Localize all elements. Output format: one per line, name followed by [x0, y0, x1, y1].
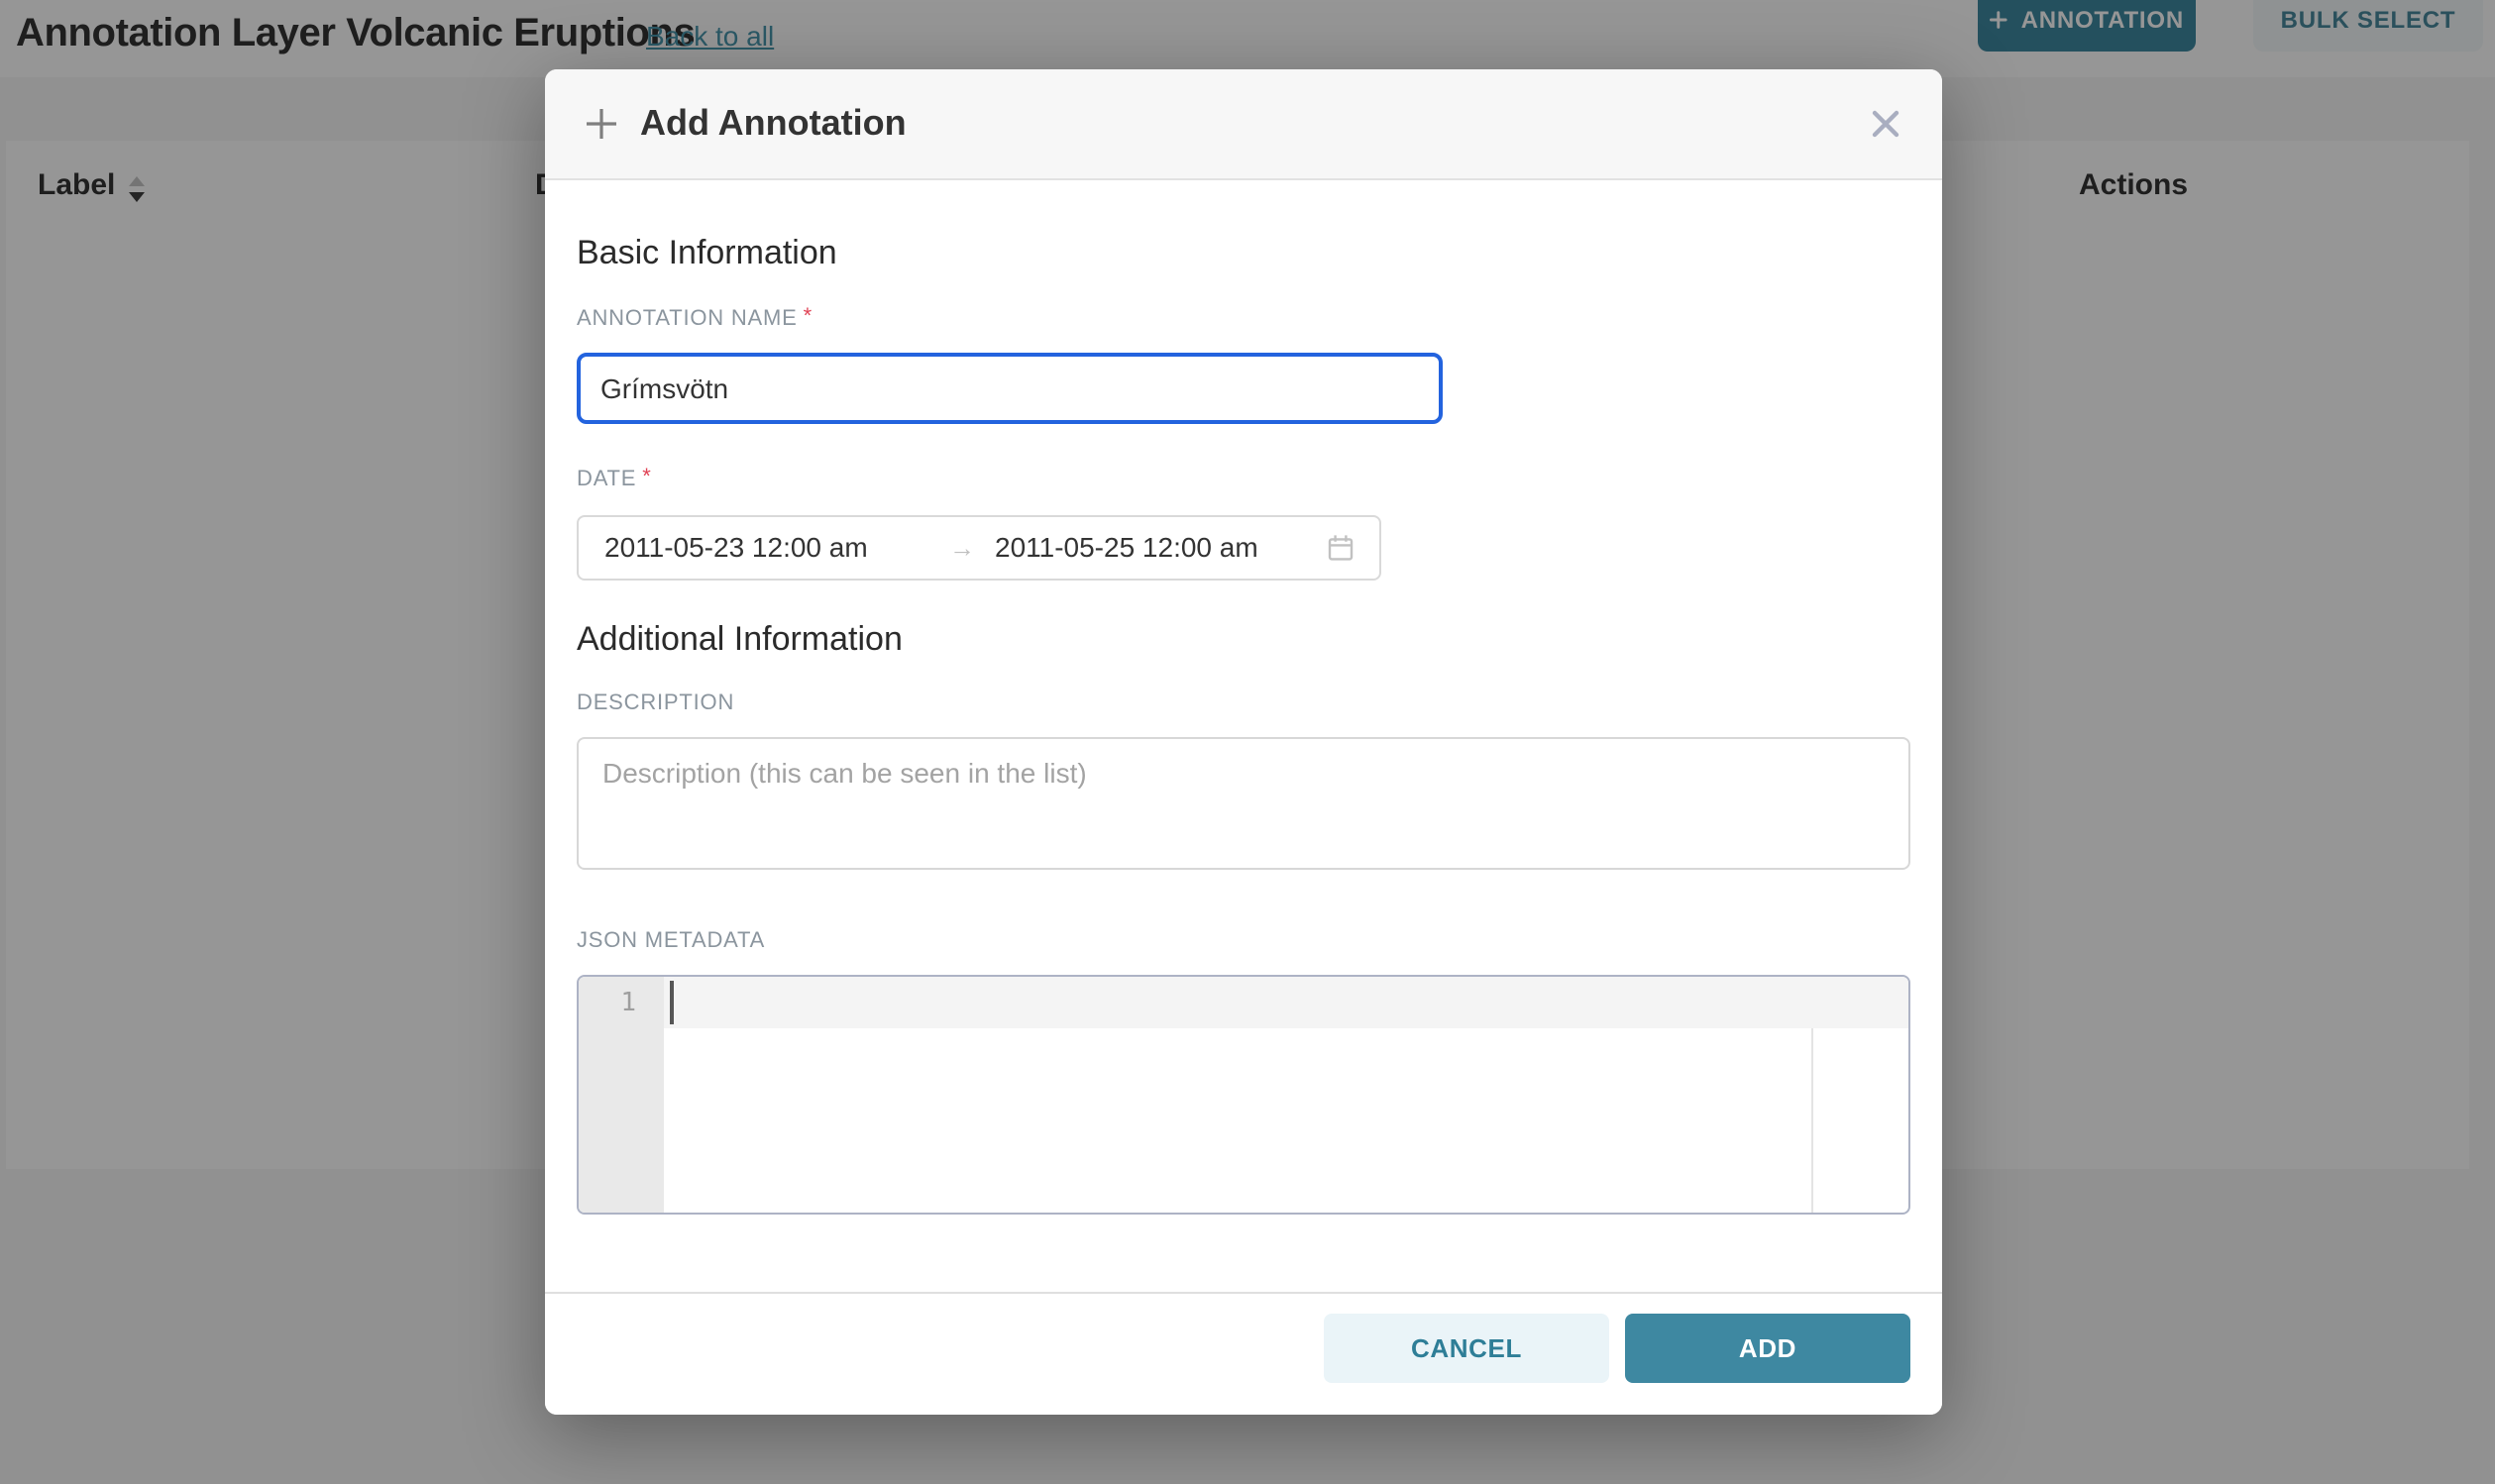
- description-label: DESCRIPTION: [577, 692, 1910, 714]
- date-range-end[interactable]: 2011-05-25 12:00 am: [995, 531, 1326, 563]
- editor-line-number-gutter: 1: [579, 976, 664, 1212]
- arrow-right-icon: →: [949, 532, 977, 562]
- annotation-name-label: ANNOTATION NAME*: [577, 308, 1910, 330]
- modal-title: Add Annotation: [640, 102, 907, 144]
- json-metadata-label: JSON METADATA: [577, 930, 1910, 952]
- date-label: DATE*: [577, 469, 1910, 490]
- section-additional-information: Additional Information: [577, 617, 1910, 659]
- add-button[interactable]: ADD: [1625, 1313, 1910, 1382]
- date-range-picker[interactable]: 2011-05-23 12:00 am → 2011-05-25 12:00 a…: [577, 514, 1381, 580]
- date-label-text: DATE: [577, 467, 636, 490]
- section-basic-information: Basic Information: [577, 231, 1910, 272]
- calendar-icon: [1326, 532, 1356, 562]
- add-annotation-modal: Add Annotation Basic Information ANNOTAT…: [545, 68, 1942, 1414]
- app-root: Label Description Actions Annotation Lay…: [0, 0, 2495, 1484]
- plus-icon: [585, 106, 618, 140]
- annotation-name-input[interactable]: [577, 352, 1443, 423]
- modal-header: Add Annotation: [545, 68, 1942, 179]
- editor-cursor: [670, 980, 674, 1023]
- json-metadata-editor[interactable]: 1: [577, 974, 1910, 1214]
- modal-footer: CANCEL ADD: [545, 1291, 1942, 1414]
- cancel-button[interactable]: CANCEL: [1324, 1313, 1609, 1382]
- modal-body: Basic Information ANNOTATION NAME* DATE*…: [545, 179, 1942, 1291]
- date-range-start[interactable]: 2011-05-23 12:00 am: [604, 531, 949, 563]
- editor-active-line: [664, 976, 1908, 1027]
- annotation-name-label-text: ANNOTATION NAME: [577, 306, 798, 330]
- required-asterisk: *: [642, 465, 651, 488]
- description-textarea[interactable]: [577, 736, 1910, 869]
- close-icon[interactable]: [1863, 101, 1906, 145]
- required-asterisk: *: [804, 304, 813, 328]
